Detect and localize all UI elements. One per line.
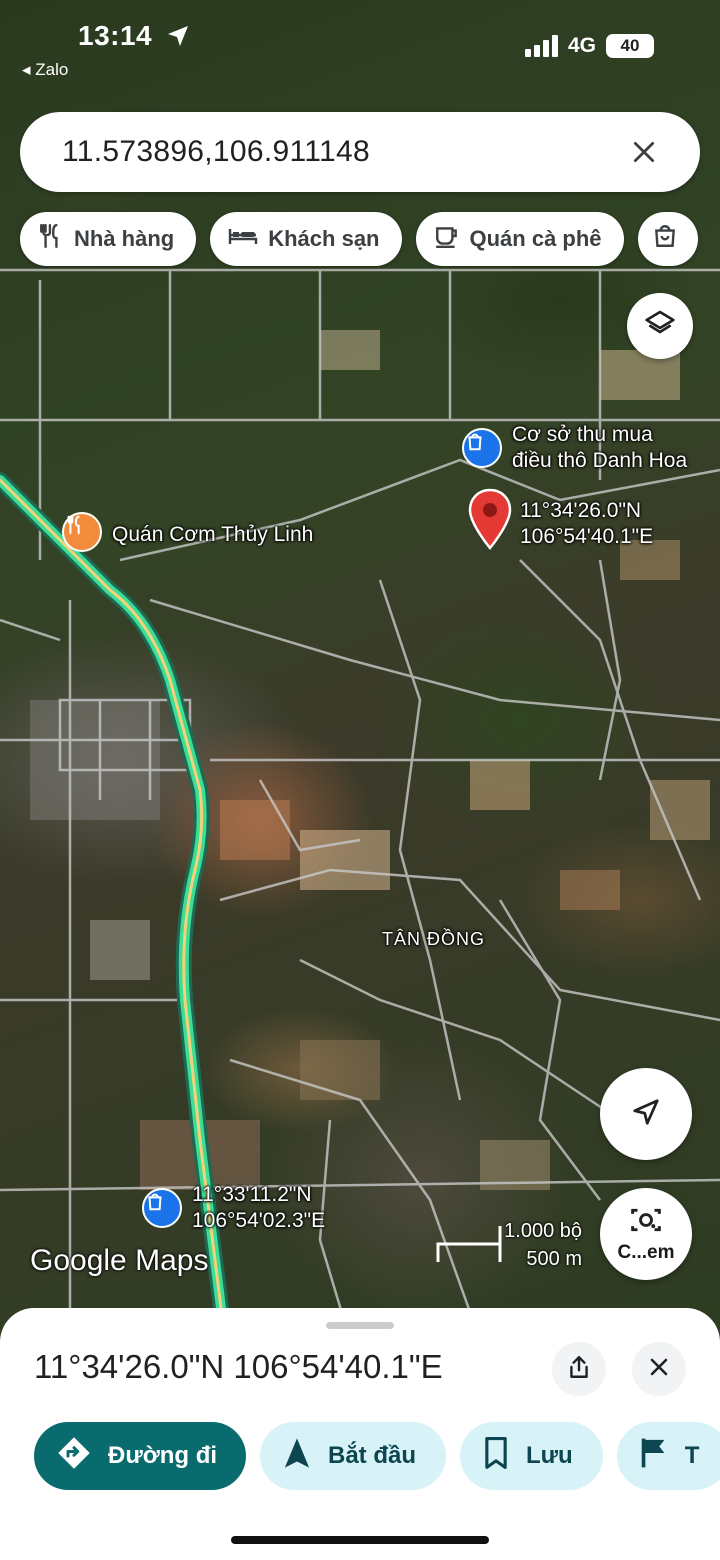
poi-bottom-lng: 106°54'02.3"E: [192, 1209, 326, 1233]
navigation-arrow-icon: [282, 1436, 312, 1477]
lens-button-label: C...em: [617, 1241, 675, 1263]
poi-label-shop[interactable]: Cơ sở thu mua điều thô Danh Hoa: [512, 422, 687, 475]
flag-icon: [639, 1436, 669, 1477]
chip-coffee[interactable]: Quán cà phê: [415, 212, 624, 266]
shopping-bag-icon: [652, 223, 678, 255]
status-indicators: 4G 40: [524, 34, 654, 58]
start-label: Bắt đầu: [328, 1442, 417, 1469]
flag-label: T: [684, 1442, 700, 1469]
place-bottom-sheet[interactable]: 11°34'26.0"N 106°54'40.1"E Đường đi Bắt …: [0, 1308, 720, 1560]
back-to-app-link[interactable]: ◂ Zalo: [22, 60, 68, 80]
shop-poi-icon[interactable]: [462, 428, 502, 468]
battery-level: 40: [620, 36, 640, 55]
category-chips: Nhà hàng Khách sạn Quán cà phê: [20, 212, 698, 266]
close-icon: [647, 1355, 671, 1384]
status-time: 13:14: [78, 20, 153, 51]
directions-label: Đường đi: [108, 1442, 218, 1469]
my-location-button[interactable]: [600, 1068, 692, 1160]
chip-restaurants[interactable]: Nhà hàng: [20, 212, 197, 266]
brand-maps: Maps: [135, 1244, 209, 1277]
chip-restaurants-label: Nhà hàng: [74, 226, 175, 251]
chip-shopping[interactable]: [637, 212, 698, 266]
pin-lng-text: 106°54'40.1"E: [520, 525, 654, 549]
poi-label-shop-line2: điều thô Danh Hoa: [512, 449, 688, 473]
directions-icon: [56, 1435, 92, 1478]
poi-bottom-lat: 11°33'11.2"N: [192, 1183, 312, 1206]
map-scale: 1.000 bộ 500 m: [436, 1218, 586, 1270]
location-arrow-icon: [166, 24, 190, 53]
home-indicator[interactable]: [231, 1536, 489, 1544]
layers-icon: [644, 308, 676, 345]
poi-bottom-coordinates: 11°33'11.2"N 106°54'02.3"E: [192, 1182, 325, 1235]
pin-lat-text: 11°34'26.0"N: [520, 499, 642, 522]
scale-bottom-label: 500 m: [526, 1248, 582, 1270]
battery-icon: 40: [606, 34, 654, 58]
restaurant-icon: [38, 223, 64, 255]
flag-button[interactable]: T: [616, 1422, 720, 1490]
google-maps-logo: Google Maps: [30, 1244, 208, 1278]
hotel-icon: [228, 223, 258, 255]
share-button[interactable]: [552, 1342, 606, 1396]
brand-google: Google: [30, 1244, 127, 1277]
bookmark-icon: [482, 1436, 510, 1477]
search-input[interactable]: 11.573896,106.911148: [62, 135, 624, 169]
chip-hotels-label: Khách sạn: [268, 226, 380, 251]
save-button[interactable]: Lưu: [460, 1422, 603, 1490]
signal-icon: [524, 35, 558, 57]
scale-top-label: 1.000 bộ: [504, 1220, 582, 1242]
camera-lens-icon: [629, 1205, 663, 1240]
poi-label-shop-line1: Cơ sở thu mua: [512, 423, 653, 446]
action-buttons: Đường đi Bắt đầu Lưu T: [34, 1422, 720, 1490]
close-sheet-button[interactable]: [632, 1342, 686, 1396]
network-type: 4G: [567, 34, 596, 57]
place-title: 11°34'26.0"N 106°54'40.1"E: [34, 1348, 443, 1385]
search-bar[interactable]: 11.573896,106.911148: [20, 112, 700, 192]
lens-button[interactable]: C...em: [600, 1188, 692, 1280]
coffee-icon: [434, 223, 460, 255]
pin-coordinates-label: 11°34'26.0"N 106°54'40.1"E: [520, 498, 653, 551]
navigation-arrow-icon: [631, 1097, 661, 1132]
chip-hotels[interactable]: Khách sạn: [210, 212, 402, 266]
save-label: Lưu: [526, 1442, 573, 1469]
directions-button[interactable]: Đường đi: [34, 1422, 246, 1490]
clear-search-icon[interactable]: [624, 132, 664, 172]
area-label: TÂN ĐỒNG: [382, 929, 486, 949]
shop-poi-bottom-icon[interactable]: [142, 1188, 182, 1228]
chip-coffee-label: Quán cà phê: [469, 226, 602, 251]
layers-button[interactable]: [627, 293, 693, 359]
share-icon: [566, 1354, 592, 1385]
sheet-drag-handle[interactable]: [326, 1322, 394, 1329]
restaurant-poi-icon[interactable]: [62, 512, 102, 552]
poi-label-restaurant[interactable]: Quán Cơm Thủy Linh: [112, 522, 313, 548]
start-button[interactable]: Bắt đầu: [260, 1422, 447, 1490]
